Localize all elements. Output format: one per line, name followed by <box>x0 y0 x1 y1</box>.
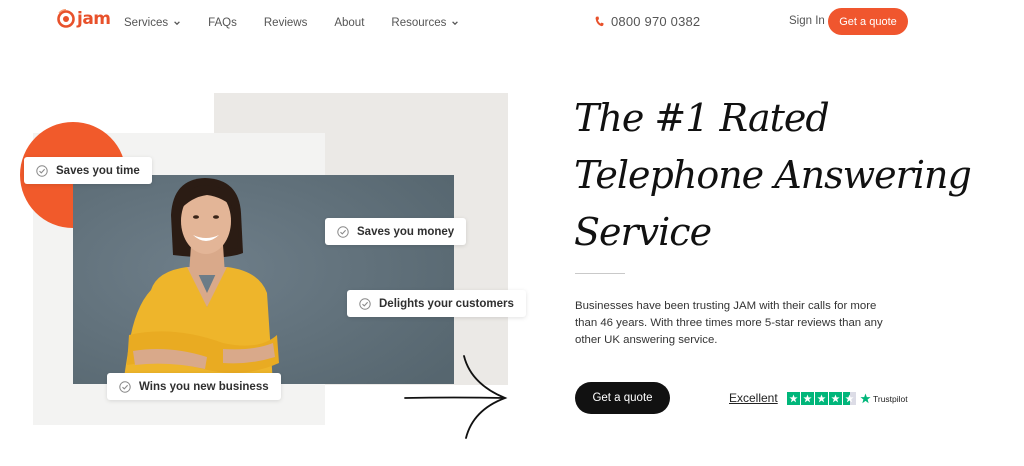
nav-reviews-label: Reviews <box>263 17 308 29</box>
nav-resources-label: Resources <box>391 17 447 29</box>
trustpilot-logo[interactable]: Trustpilot <box>860 393 908 404</box>
hero-description: Businesses have been trusting JAM with t… <box>575 300 883 346</box>
headline-line: Telephone Answering <box>574 153 972 197</box>
check-circle-icon <box>359 297 371 310</box>
headline-line: Service <box>574 210 712 254</box>
badge-wins-business: Wins you new business <box>107 373 281 400</box>
badge-label: Wins you new business <box>139 380 269 393</box>
jam-logo-icon <box>56 8 76 29</box>
star-icon <box>815 392 828 405</box>
nav-about-label: About <box>334 17 365 29</box>
rating-excellent-link[interactable]: Excellent <box>729 391 778 405</box>
check-circle-icon <box>337 225 349 238</box>
nav-services[interactable]: Services <box>124 17 181 29</box>
badge-delights-customers: Delights your customers <box>347 290 526 317</box>
phone-icon <box>595 16 604 27</box>
get-quote-button[interactable]: Get a quote <box>575 382 670 414</box>
badge-label: Delights your customers <box>379 297 514 310</box>
jam-logo[interactable]: jam <box>56 8 111 29</box>
badge-saves-money: Saves you money <box>325 218 467 245</box>
nav-services-label: Services <box>124 17 169 29</box>
site-header: jam Services FAQs Reviews About Resource… <box>0 0 1024 44</box>
star-half-icon <box>843 392 856 405</box>
divider <box>575 273 625 274</box>
badge-saves-time: Saves you time <box>24 157 152 184</box>
trustpilot-label: Trustpilot <box>873 393 908 404</box>
chevron-down-icon <box>174 21 180 26</box>
nav-reviews[interactable]: Reviews <box>264 17 307 29</box>
phone-link[interactable]: 0800 970 0382 <box>595 14 700 29</box>
signin-link[interactable]: Sign In <box>789 15 825 27</box>
nav-faqs[interactable]: FAQs <box>208 17 237 29</box>
check-circle-icon <box>36 164 48 177</box>
phone-number: 0800 970 0382 <box>611 14 701 29</box>
badge-label: Saves you time <box>56 164 140 177</box>
nav-about[interactable]: About <box>334 17 364 29</box>
star-icon <box>829 392 842 405</box>
main-nav: Services FAQs Reviews About Resources <box>124 17 486 29</box>
arrow-right-icon <box>404 355 508 439</box>
star-icon <box>787 392 800 405</box>
nav-resources[interactable]: Resources <box>391 17 459 29</box>
headline-line: The #1 Rated <box>574 96 830 140</box>
trustpilot-star-icon <box>860 393 871 404</box>
page-title: The #1 Rated Telephone Answering Service <box>574 90 974 261</box>
check-circle-icon <box>119 380 131 393</box>
trustpilot-stars <box>787 392 857 405</box>
chevron-down-icon <box>452 21 459 26</box>
badge-label: Saves you money <box>357 225 455 238</box>
woman-photo-illustration <box>73 175 454 384</box>
logo-text: jam <box>77 9 111 29</box>
nav-faqs-label: FAQs <box>208 17 237 29</box>
star-icon <box>801 392 814 405</box>
get-quote-header-button[interactable]: Get a quote <box>828 8 908 35</box>
hero-photo <box>73 175 454 384</box>
